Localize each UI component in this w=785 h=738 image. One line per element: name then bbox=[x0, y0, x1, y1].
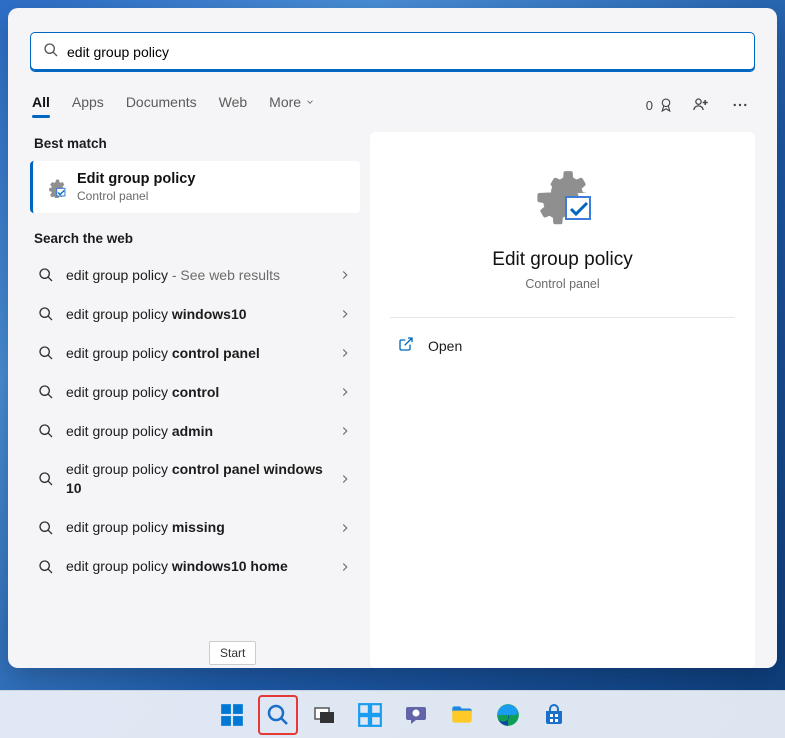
search-icon bbox=[38, 267, 54, 283]
search-input[interactable] bbox=[67, 44, 742, 60]
task-view-button[interactable] bbox=[304, 695, 344, 735]
medal-icon bbox=[657, 96, 675, 114]
taskbar bbox=[0, 690, 785, 738]
best-match-title: Edit group policy bbox=[77, 171, 195, 187]
search-icon bbox=[43, 42, 67, 63]
chevron-right-icon bbox=[338, 521, 352, 535]
detail-pane: Edit group policy Control panel Open bbox=[370, 132, 755, 668]
open-action[interactable]: Open bbox=[390, 318, 735, 373]
windows-logo-icon bbox=[219, 702, 245, 728]
start-button[interactable] bbox=[212, 695, 252, 735]
web-results-list: edit group policy - See web results edit… bbox=[30, 256, 360, 586]
search-icon bbox=[38, 471, 54, 487]
chevron-right-icon bbox=[338, 472, 352, 486]
results-left-column: Best match Edit group policy Control pan… bbox=[30, 132, 360, 668]
ellipsis-icon bbox=[731, 96, 749, 114]
tab-documents[interactable]: Documents bbox=[126, 94, 197, 116]
tab-all[interactable]: All bbox=[32, 94, 50, 116]
web-result[interactable]: edit group policy control bbox=[30, 373, 360, 412]
web-result[interactable]: edit group policy windows10 bbox=[30, 295, 360, 334]
folder-icon bbox=[449, 702, 475, 728]
search-box[interactable] bbox=[30, 32, 755, 72]
store-button[interactable] bbox=[534, 695, 574, 735]
widgets-icon bbox=[357, 702, 383, 728]
web-result[interactable]: edit group policy missing bbox=[30, 508, 360, 547]
best-match-subtitle: Control panel bbox=[77, 189, 195, 203]
web-result[interactable]: edit group policy windows10 home bbox=[30, 547, 360, 586]
chevron-down-icon bbox=[305, 97, 315, 107]
open-label: Open bbox=[428, 338, 462, 354]
chevron-right-icon bbox=[338, 346, 352, 360]
detail-subtitle: Control panel bbox=[525, 277, 599, 291]
chat-icon bbox=[404, 703, 428, 727]
start-tooltip: Start bbox=[209, 641, 256, 665]
open-external-icon bbox=[398, 336, 414, 355]
rewards-count: 0 bbox=[646, 98, 653, 113]
web-result[interactable]: edit group policy - See web results bbox=[30, 256, 360, 295]
edge-button[interactable] bbox=[488, 695, 528, 735]
detail-title: Edit group policy bbox=[492, 249, 632, 271]
tab-apps[interactable]: Apps bbox=[72, 94, 104, 116]
tab-web[interactable]: Web bbox=[219, 94, 248, 116]
search-icon bbox=[266, 703, 290, 727]
store-icon bbox=[542, 703, 566, 727]
best-match-result[interactable]: Edit group policy Control panel bbox=[30, 161, 360, 213]
search-results-panel: All Apps Documents Web More 0 bbox=[8, 8, 777, 668]
widgets-button[interactable] bbox=[350, 695, 390, 735]
search-taskbar-button[interactable] bbox=[258, 695, 298, 735]
web-result[interactable]: edit group policy admin bbox=[30, 412, 360, 451]
task-view-icon bbox=[312, 703, 336, 727]
chevron-right-icon bbox=[338, 268, 352, 282]
more-options-button[interactable] bbox=[727, 92, 753, 118]
search-icon bbox=[38, 423, 54, 439]
rewards-button[interactable]: 0 bbox=[646, 96, 675, 114]
search-icon bbox=[38, 384, 54, 400]
chevron-right-icon bbox=[338, 560, 352, 574]
tab-more[interactable]: More bbox=[269, 94, 315, 116]
web-result[interactable]: edit group policy control panel windows … bbox=[30, 450, 360, 508]
section-best-match: Best match bbox=[34, 136, 360, 151]
file-explorer-button[interactable] bbox=[442, 695, 482, 735]
chevron-right-icon bbox=[338, 424, 352, 438]
gear-check-large-icon bbox=[531, 162, 595, 231]
web-result[interactable]: edit group policy control panel bbox=[30, 334, 360, 373]
filter-tabs-row: All Apps Documents Web More 0 bbox=[30, 92, 755, 132]
search-icon bbox=[38, 306, 54, 322]
search-icon bbox=[38, 520, 54, 536]
chevron-right-icon bbox=[338, 385, 352, 399]
section-search-web: Search the web bbox=[34, 231, 360, 246]
edge-icon bbox=[495, 702, 521, 728]
search-icon bbox=[38, 559, 54, 575]
chevron-right-icon bbox=[338, 307, 352, 321]
chat-button[interactable] bbox=[396, 695, 436, 735]
gear-check-icon bbox=[45, 176, 67, 198]
search-icon bbox=[38, 345, 54, 361]
account-icon[interactable] bbox=[691, 95, 711, 115]
